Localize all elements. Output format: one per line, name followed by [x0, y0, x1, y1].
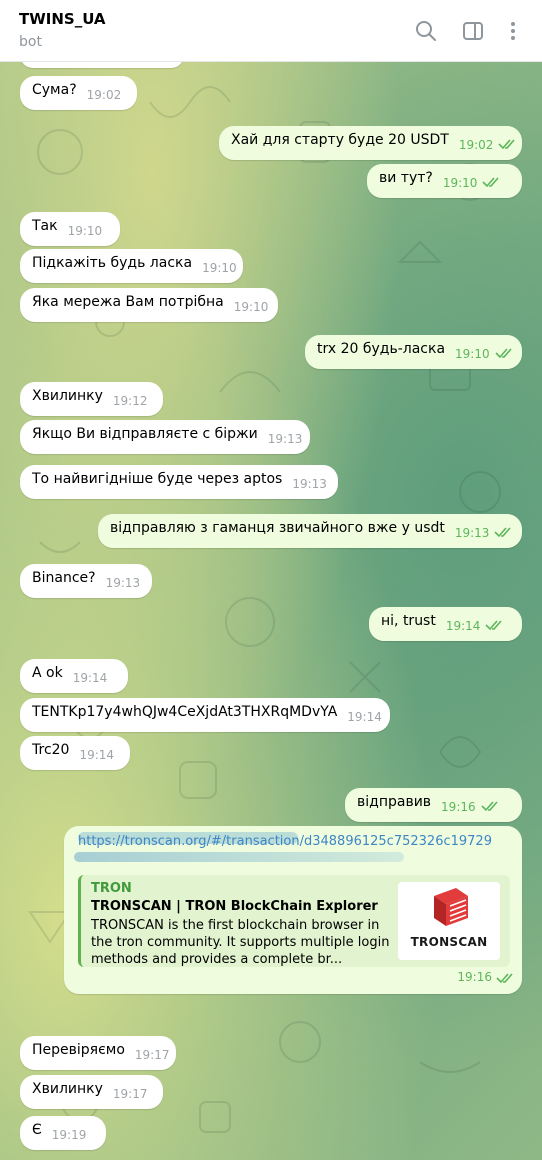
- message-link[interactable]: https://tronscan.org/#/transaction/d3488…: [78, 834, 492, 849]
- message-bubble-incoming[interactable]: Якщо Ви відправляєте с біржи 19:13: [20, 420, 310, 454]
- message-bubble-incoming[interactable]: Є 19:19: [20, 1116, 106, 1150]
- chat-area[interactable]: Сума? 19:02 Хай для старту буде 20 USDT 19…: [0, 62, 542, 1160]
- message-bubble-link[interactable]: https://tronscan.org/#/transaction/d3488…: [64, 826, 522, 994]
- message-time: 19:17: [112, 1087, 148, 1101]
- message-text: Підкажіть будь ласка: [32, 255, 193, 271]
- message-text: Сума?: [32, 82, 77, 98]
- message-time: 19:10: [455, 347, 490, 361]
- message-time: 19:14: [347, 710, 382, 724]
- message-bubble-incoming[interactable]: Сума? 19:02: [20, 76, 137, 110]
- message-time: 19:10: [202, 261, 237, 275]
- message-time: 19:12: [112, 394, 148, 408]
- read-checkmarks-icon: [498, 138, 516, 150]
- message-time: 19:10: [442, 176, 478, 190]
- message-bubble-outgoing[interactable]: ні, trust 19:14: [369, 607, 522, 641]
- message-text: Хвилинку: [32, 388, 103, 404]
- message-text: ні, trust: [381, 613, 436, 629]
- message-text: Так: [32, 218, 58, 234]
- message-text: TENTKp17y4whQJw4CeXjdAt3THXRqMDvYA: [32, 704, 338, 720]
- message-time: 19:13: [292, 477, 327, 491]
- message-time: 19:02: [458, 138, 494, 152]
- chat-title[interactable]: TWINS_UA: [19, 10, 106, 28]
- message-text: Якщо Ви відправляєте с біржи: [32, 426, 258, 442]
- message-time: 19:13: [267, 432, 303, 446]
- message-bubble-outgoing[interactable]: відправив 19:16: [345, 788, 522, 822]
- preview-title: TRONSCAN | TRON BlockChain Explorer: [91, 899, 378, 914]
- read-checkmarks-icon: [494, 526, 512, 538]
- message-text: trx 20 будь-ласка: [317, 341, 446, 357]
- search-icon[interactable]: [413, 18, 439, 44]
- message-text: відправляю з гаманця звичайного вже у us…: [110, 520, 445, 536]
- message-text: Перевіряємо: [32, 1042, 125, 1058]
- message-bubble-incoming[interactable]: То найвигідніше буде через aptos 19:13: [20, 465, 338, 499]
- message-time: 19:10: [67, 224, 103, 238]
- chat-header: TWINS_UA bot: [0, 0, 542, 62]
- message-text: То найвигідніше буде через aptos: [32, 471, 283, 487]
- preview-thumb-text: TRONSCAN: [410, 935, 488, 949]
- message-text: Binance?: [32, 570, 96, 586]
- message-time: 19:14: [72, 671, 108, 685]
- message-bubble-incoming[interactable]: Перевіряємо 19:17: [20, 1036, 176, 1070]
- message-text: A ok: [32, 665, 63, 681]
- message-time: 19:16: [457, 970, 492, 984]
- preview-site-name: TRON: [91, 881, 132, 896]
- message-time: 19:14: [79, 748, 115, 762]
- message-bubble-incoming[interactable]: TENTKp17y4whQJw4CeXjdAt3THXRqMDvYA 19:14: [20, 698, 390, 732]
- message-text: Яка мережа Вам потрібна: [32, 294, 224, 310]
- message-bubble-incoming[interactable]: Хвилинку 19:17: [20, 1075, 163, 1109]
- read-checkmarks-icon: [482, 176, 500, 188]
- message-time: 19:14: [445, 619, 481, 633]
- tronscan-logo-icon: [434, 888, 468, 926]
- message-bubble-incoming[interactable]: Trc20 19:14: [20, 736, 130, 770]
- message-time: 19:02: [86, 88, 122, 102]
- message-time: 19:17: [134, 1048, 170, 1062]
- message-time: 19:13: [454, 526, 490, 540]
- read-checkmarks-icon: [481, 800, 499, 812]
- message-time: 19:16: [441, 800, 476, 814]
- chat-subtitle: bot: [19, 34, 42, 50]
- preview-thumbnail[interactable]: TRONSCAN: [398, 882, 500, 960]
- message-bubble-outgoing[interactable]: ви тут? 19:10: [367, 164, 522, 198]
- more-vertical-icon[interactable]: [500, 18, 526, 44]
- message-text: Хай для старту буде 20 USDT: [231, 132, 449, 148]
- message-time: 19:13: [105, 576, 141, 590]
- message-bubble-incoming[interactable]: A ok 19:14: [20, 659, 128, 693]
- message-text: ви тут?: [379, 170, 433, 186]
- message-bubble-previous: [20, 62, 184, 68]
- message-bubble-incoming[interactable]: Яка мережа Вам потрібна 19:10: [20, 288, 278, 322]
- message-text: Trc20: [32, 742, 70, 758]
- message-bubble-outgoing[interactable]: trx 20 будь-ласка 19:10: [305, 335, 522, 369]
- message-text: Є: [32, 1122, 42, 1138]
- message-bubble-outgoing[interactable]: відправляю з гаманця звичайного вже у us…: [98, 514, 522, 548]
- read-checkmarks-icon: [485, 619, 503, 631]
- preview-description: TRONSCAN is the first blockchain browser…: [91, 918, 390, 967]
- message-bubble-incoming[interactable]: Binance? 19:13: [20, 564, 152, 598]
- message-bubble-incoming[interactable]: Так 19:10: [20, 212, 120, 246]
- link-preview-card[interactable]: TRON TRONSCAN | TRON BlockChain Explorer…: [78, 875, 510, 967]
- read-checkmarks-icon: [495, 347, 513, 359]
- message-text: відправив: [357, 794, 432, 810]
- redacted-blur: [74, 852, 404, 862]
- message-time: 19:19: [51, 1128, 87, 1142]
- message-text: Хвилинку: [32, 1081, 103, 1097]
- read-checkmarks-icon: [496, 972, 514, 984]
- message-bubble-incoming[interactable]: Хвилинку 19:12: [20, 382, 163, 416]
- message-bubble-incoming[interactable]: Підкажіть будь ласка 19:10: [20, 249, 243, 283]
- sidebar-toggle-icon[interactable]: [460, 18, 486, 44]
- message-time: 19:10: [233, 300, 269, 314]
- message-bubble-outgoing[interactable]: Хай для старту буде 20 USDT 19:02: [219, 126, 522, 160]
